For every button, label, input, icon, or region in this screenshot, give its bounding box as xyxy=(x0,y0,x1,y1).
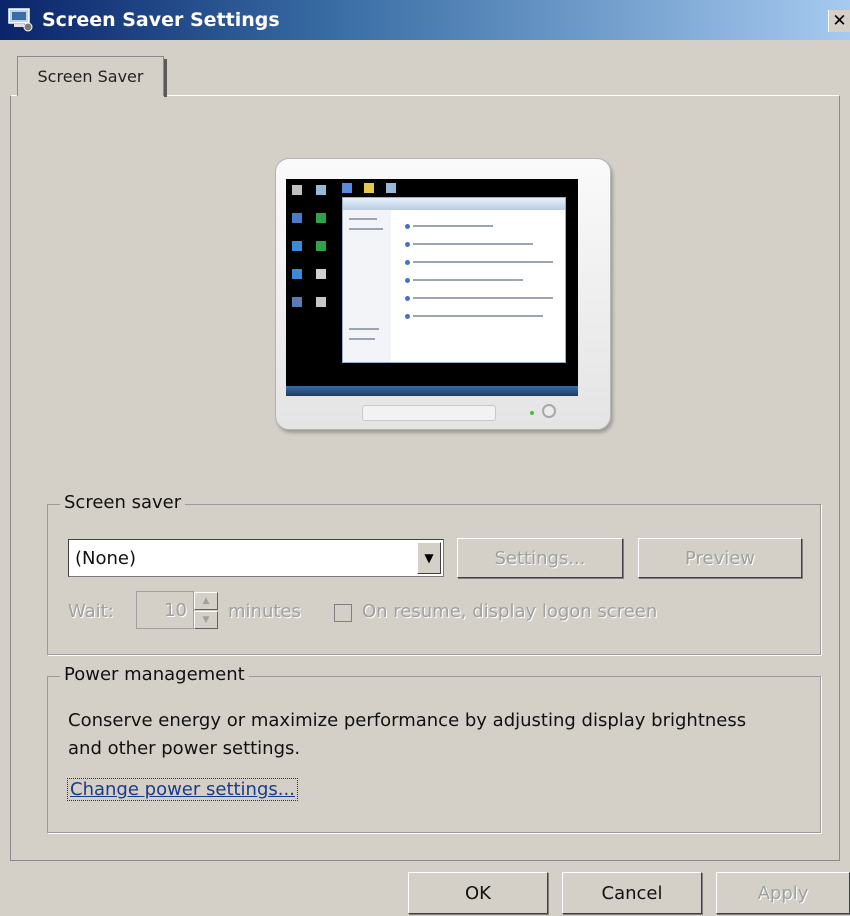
spin-up-icon[interactable]: ▲ xyxy=(194,592,218,610)
screen-saver-selected: (None) xyxy=(75,547,137,569)
resume-logon-label: On resume, display logon screen xyxy=(362,601,658,622)
power-management-group: Power management Conserve energy or maxi… xyxy=(47,664,821,833)
window-title: Screen Saver Settings xyxy=(42,9,280,31)
wait-minutes-input[interactable]: 10 xyxy=(136,591,194,629)
tab-strip: Screen Saver xyxy=(0,40,850,97)
tab-screen-saver[interactable]: Screen Saver xyxy=(17,56,167,97)
screen-saver-select[interactable]: (None) ▼ xyxy=(68,539,444,577)
wait-label: Wait: xyxy=(68,601,114,622)
title-bar: Screen Saver Settings ✕ xyxy=(0,0,850,40)
preview-monitor xyxy=(275,158,611,430)
preview-screen xyxy=(286,179,578,396)
screen-saver-group-label: Screen saver xyxy=(60,492,186,513)
ok-button[interactable]: OK xyxy=(408,872,548,914)
screen-saver-group: Screen saver (None) ▼ Settings... Previe… xyxy=(47,492,821,655)
power-management-group-label: Power management xyxy=(60,664,249,685)
settings-button[interactable]: Settings... xyxy=(457,538,623,578)
apply-button[interactable]: Apply xyxy=(716,872,850,914)
cancel-button[interactable]: Cancel xyxy=(562,872,702,914)
close-button[interactable]: ✕ xyxy=(828,10,850,32)
power-button-icon xyxy=(542,404,556,418)
monitor-stand xyxy=(362,405,496,421)
tab-panel: Screen saver (None) ▼ Settings... Previe… xyxy=(10,95,840,861)
change-power-settings-link[interactable]: Change power settings... xyxy=(67,778,298,801)
close-icon: ✕ xyxy=(832,11,847,31)
screen-saver-icon xyxy=(6,6,34,34)
spin-down-icon[interactable]: ▼ xyxy=(194,611,218,629)
minutes-label: minutes xyxy=(228,601,301,622)
power-management-description: Conserve energy or maximize performance … xyxy=(68,710,747,759)
power-led-icon xyxy=(530,411,534,415)
preview-button[interactable]: Preview xyxy=(638,538,802,578)
resume-logon-checkbox[interactable] xyxy=(334,604,352,622)
chevron-down-icon[interactable]: ▼ xyxy=(417,542,441,574)
